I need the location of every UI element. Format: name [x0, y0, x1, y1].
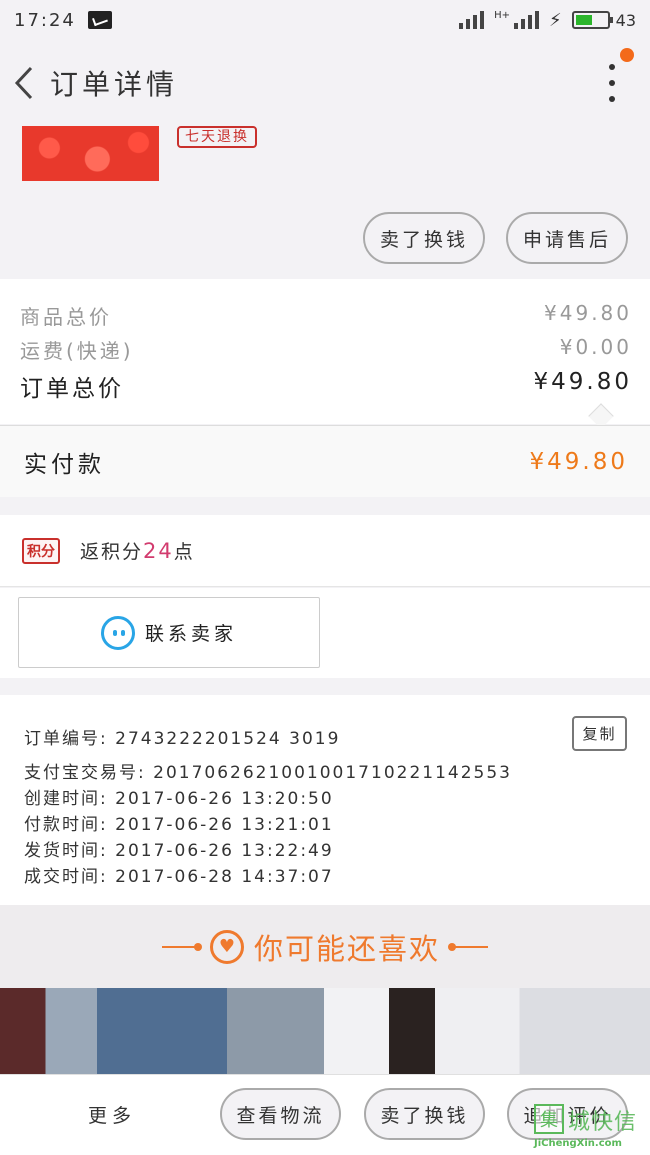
mobile-signal-icon — [514, 11, 539, 29]
alipay-number: 支付宝交易号: 2017062621001001710221142553 — [24, 763, 512, 783]
status-bar: 17:24 H+ ⚡ 43 — [0, 0, 650, 40]
contact-seller-button[interactable]: 联系卖家 — [18, 597, 320, 668]
order-number: 订单编号: 2743222201524 3019 — [24, 729, 341, 749]
charging-icon: ⚡ — [549, 9, 562, 31]
copy-button[interactable]: 复制 — [572, 716, 627, 751]
battery-icon — [571, 11, 613, 29]
recommend-title: 你可能还喜欢 — [253, 931, 440, 966]
price-summary: 商品总价 ¥49.80 运费(快递) ¥0.00 订单总价 ¥49.80 — [0, 279, 650, 429]
order-total-value: ¥49.80 — [533, 369, 632, 395]
points-row: 积分 返积分24点 — [0, 515, 650, 587]
shipping-value: ¥0.00 — [559, 335, 632, 359]
view-logistics-button[interactable]: 查看物流 — [220, 1088, 341, 1140]
paid-amount-row: 实付款 ¥49.80 — [0, 425, 650, 497]
created-time: 创建时间: 2017-06-26 13:20:50 — [24, 789, 334, 809]
contact-seller-label: 联系卖家 — [144, 623, 237, 645]
points-text: 返积分24点 — [80, 537, 195, 564]
shipping-row: 运费(快递) ¥0.00 — [0, 335, 650, 364]
order-info: 订单编号: 2743222201524 3019 复制 支付宝交易号: 2017… — [0, 695, 650, 905]
order-total-label: 订单总价 — [20, 376, 124, 402]
more-options-icon[interactable] — [604, 64, 620, 102]
contact-section: 联系卖家 — [0, 588, 650, 678]
paid-time: 付款时间: 2017-06-26 13:21:01 — [24, 815, 334, 835]
watermark-name: 城快信 — [568, 1110, 638, 1135]
heart-icon: ♥ — [209, 929, 244, 964]
notification-dot — [620, 48, 634, 62]
goods-total-value: ¥49.80 — [544, 301, 632, 325]
watermark-logo: 集 — [534, 1104, 564, 1134]
back-arrow-icon[interactable] — [4, 40, 44, 126]
recommend-products — [0, 988, 650, 1074]
paid-label: 实付款 — [24, 451, 105, 478]
completed-time: 成交时间: 2017-06-28 14:37:07 — [24, 867, 334, 887]
status-time: 17:24 — [14, 9, 76, 31]
more-button[interactable]: 更多 — [88, 1101, 136, 1128]
shipping-label: 运费(快递) — [20, 339, 134, 363]
page-title: 订单详情 — [50, 68, 179, 101]
chat-icon — [100, 615, 135, 650]
watermark: 集 城快信 JiChengXin.com — [534, 1104, 648, 1152]
shipped-time: 发货时间: 2017-06-26 13:22:49 — [24, 841, 334, 861]
sell-for-cash-button-bottom[interactable]: 卖了换钱 — [364, 1088, 485, 1140]
after-sale-button[interactable]: 申请售后 — [506, 212, 628, 264]
nav-bar: 订单详情 — [0, 40, 650, 126]
return-policy-tag: 七天退换 — [177, 126, 257, 148]
message-icon — [87, 11, 112, 29]
sell-for-cash-button[interactable]: 卖了换钱 — [363, 212, 485, 264]
watermark-url: JiChengXin.com — [534, 1138, 622, 1149]
paid-value: ¥49.80 — [529, 448, 628, 475]
recommend-product-image[interactable] — [324, 988, 650, 1074]
decor-line-right — [448, 942, 488, 951]
points-suffix: 点 — [173, 541, 195, 563]
recommend-header: ♥ 你可能还喜欢 — [0, 905, 650, 988]
product-section: 七天退换 卖了换钱 申请售后 — [0, 126, 650, 279]
decor-line-left — [161, 942, 202, 951]
order-total-row: 订单总价 ¥49.80 — [0, 369, 650, 403]
network-type-label: H+ — [494, 9, 510, 21]
battery-percent: 43 — [615, 10, 636, 30]
battery-fill — [575, 15, 593, 25]
goods-total-row: 商品总价 ¥49.80 — [0, 301, 650, 330]
points-badge: 积分 — [22, 537, 60, 564]
product-thumbnail[interactable] — [22, 126, 159, 181]
signal-icon — [459, 11, 485, 29]
recommend-product-image[interactable] — [0, 988, 324, 1074]
points-prefix: 返积分 — [80, 541, 144, 563]
status-indicators: H+ ⚡ 43 — [459, 10, 636, 31]
goods-total-label: 商品总价 — [20, 305, 112, 329]
points-value: 24 — [143, 539, 174, 563]
